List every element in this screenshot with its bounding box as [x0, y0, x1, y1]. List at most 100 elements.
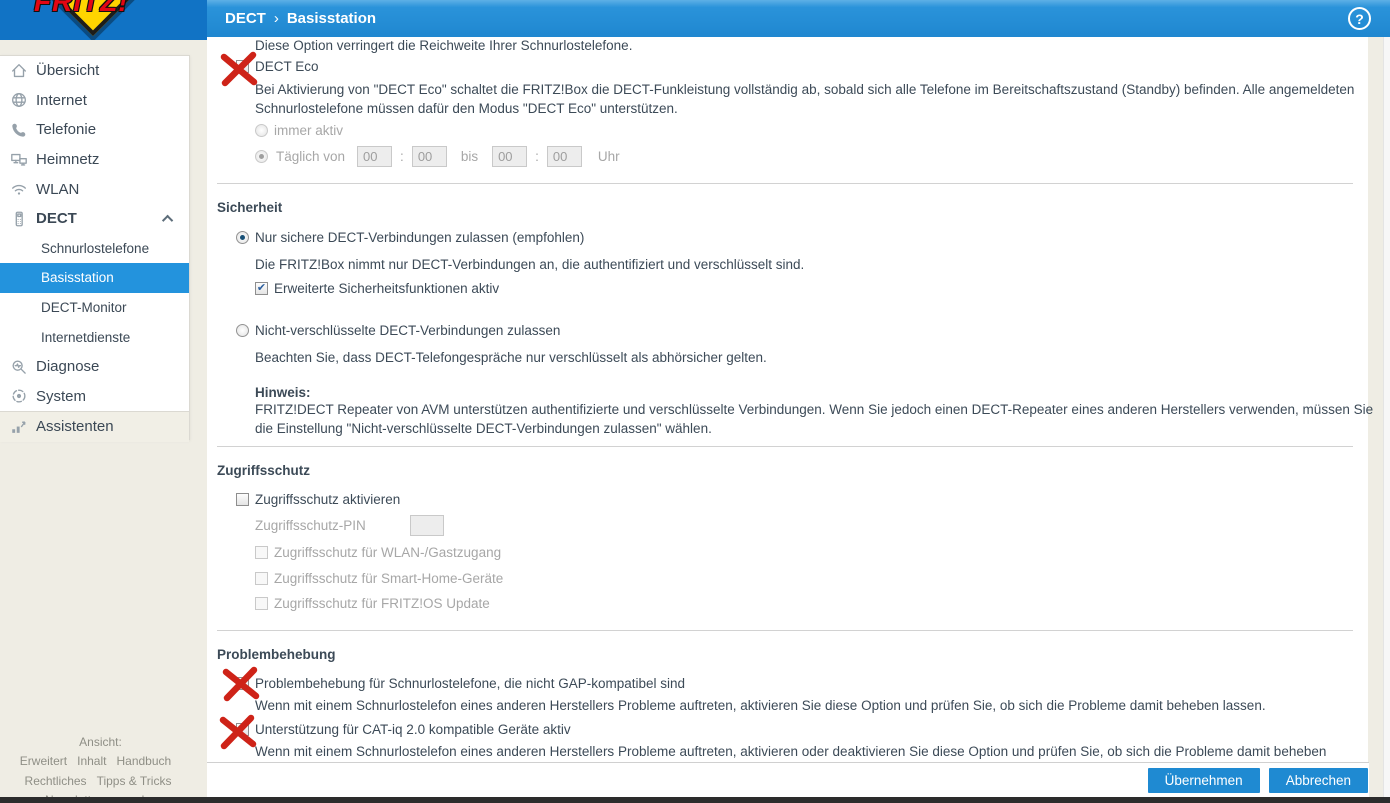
sidebar-subitem-basisstation[interactable]: Basisstation	[0, 263, 189, 293]
sidebar-item-assistenten[interactable]: Assistenten	[0, 411, 189, 442]
section-divider	[217, 446, 1353, 447]
bis-label: bis	[460, 149, 479, 164]
section-divider	[217, 183, 1353, 184]
zugriff-smarthome-checkbox	[255, 572, 268, 585]
sidebar-subitem-internetdienste[interactable]: Internetdienste	[0, 322, 189, 352]
fritz-logo-block: FRITZ!	[0, 0, 207, 40]
time-colon-2: :	[535, 149, 539, 164]
phone-icon	[9, 120, 28, 139]
zugriff-fritzos-checkbox	[255, 597, 268, 610]
footer-links: Ansicht: Erweitert Inhalt Handbuch Rechtli…	[0, 733, 196, 803]
unencrypted-radio[interactable]	[236, 324, 249, 337]
sidebar-subitem-dect-monitor[interactable]: DECT-Monitor	[0, 293, 189, 323]
sidebar-item-dect[interactable]: DECT	[0, 204, 189, 234]
dect-phone-icon	[9, 209, 28, 228]
dect-eco-checkbox[interactable]	[236, 60, 249, 73]
sidebar-item-wlan[interactable]: WLAN	[0, 174, 189, 204]
zugriff-smarthome-label: Zugriffsschutz für Smart-Home-Geräte	[274, 571, 504, 586]
wifi-icon	[9, 180, 28, 199]
secure-connections-label: Nur sichere DECT-Verbindungen zulassen (…	[255, 230, 585, 245]
catiq-label: Unterstützung für CAT-iq 2.0 kompatible …	[255, 722, 571, 737]
zugriff-fritzos-label: Zugriffsschutz für FRITZ!OS Update	[274, 596, 490, 611]
page-header: DECT › Basisstation ?	[207, 0, 1390, 37]
fritz-logo-text: FRITZ!	[34, 0, 129, 17]
scrollbar-track[interactable]	[1383, 37, 1390, 797]
sidebar-item-heimnetz[interactable]: Heimnetz	[0, 145, 189, 175]
time-to-min-input	[546, 146, 582, 167]
secure-connections-radio[interactable]	[236, 231, 249, 244]
chevron-up-icon	[161, 214, 174, 226]
hinweis-text: FRITZ!DECT Repeater von AVM unterstützen…	[255, 402, 1374, 436]
link-rechtliches[interactable]: Rechtliches	[25, 774, 87, 788]
zugriffsschutz-aktivieren-row: Zugriffsschutz aktivieren	[236, 492, 400, 507]
daily-label: Täglich von	[276, 149, 346, 164]
hinweis-heading: Hinweis:	[255, 385, 311, 400]
breadcrumb-separator-icon: ›	[273, 10, 279, 27]
sidebar-item-system[interactable]: System	[0, 382, 189, 412]
wizard-steps-icon	[9, 417, 28, 436]
always-active-label: immer aktiv	[274, 123, 344, 138]
extended-security-row: Erweiterte Sicherheitsfunktionen aktiv	[255, 281, 499, 296]
sidebar-item-uebersicht[interactable]: Übersicht	[0, 56, 189, 86]
magnifier-icon	[9, 357, 28, 376]
link-inhalt[interactable]: Inhalt	[77, 754, 106, 768]
action-bar: Übernehmen Abbrechen	[207, 762, 1369, 797]
link-ansicht-erweitert[interactable]: Ansicht: Erweitert	[20, 735, 122, 768]
dect-eco-label: DECT Eco	[255, 59, 319, 74]
settings-panel: Diese Option verringert die Reichweite I…	[207, 37, 1373, 777]
zugriffsschutz-aktivieren-label: Zugriffsschutz aktivieren	[255, 492, 401, 507]
dect-eco-daily-row: Täglich von : bis : Uhr	[255, 146, 620, 167]
zugriffsschutz-aktivieren-checkbox[interactable]	[236, 493, 249, 506]
pin-row: Zugriffsschutz-PIN	[255, 515, 444, 536]
catiq-checkbox[interactable]	[236, 723, 249, 736]
pin-input	[410, 515, 444, 536]
gap-note: Wenn mit einem Schnurlostelefon eines an…	[255, 698, 1266, 713]
link-handbuch[interactable]: Handbuch	[116, 754, 171, 768]
catiq-row: Unterstützung für CAT-iq 2.0 kompatible …	[236, 722, 571, 737]
dect-eco-always-row: immer aktiv	[255, 123, 343, 138]
breadcrumb-page: Basisstation	[286, 10, 377, 27]
sidebar-nav: Übersicht Internet Telefonie Heimnetz WL…	[0, 55, 190, 442]
sicherheit-heading: Sicherheit	[217, 200, 283, 215]
unencrypted-note: Beachten Sie, dass DECT-Telefongespräche…	[255, 350, 767, 365]
dect-eco-description: Bei Aktivierung von "DECT Eco" schaltet …	[255, 82, 1355, 116]
system-icon	[9, 387, 28, 406]
always-active-radio	[255, 124, 268, 137]
zugriff-wlan-row: Zugriffsschutz für WLAN-/Gastzugang	[255, 545, 501, 560]
window-bottom-edge	[0, 797, 1390, 803]
extended-security-checkbox[interactable]	[255, 282, 268, 295]
fritzbox-ui: FRITZ! DECT › Basisstation ? Übersicht I…	[0, 0, 1390, 803]
dect-eco-intro-text: Diese Option verringert die Reichweite I…	[255, 38, 633, 53]
extended-security-label: Erweiterte Sicherheitsfunktionen aktiv	[274, 281, 500, 296]
sidebar-item-telefonie[interactable]: Telefonie	[0, 115, 189, 145]
gap-checkbox[interactable]	[236, 677, 249, 690]
help-icon[interactable]: ?	[1348, 7, 1371, 30]
network-icon	[9, 150, 28, 169]
apply-button[interactable]: Übernehmen	[1147, 767, 1260, 793]
secure-connections-note: Die FRITZ!Box nimmt nur DECT-Verbindunge…	[255, 257, 805, 272]
unencrypted-label: Nicht-verschlüsselte DECT-Verbindungen z…	[255, 323, 561, 338]
breadcrumb-section[interactable]: DECT	[225, 10, 266, 27]
sidebar-subitem-schnurlostelefone[interactable]: Schnurlostelefone	[0, 234, 189, 264]
daily-radio	[255, 150, 268, 163]
time-from-hour-input	[357, 146, 393, 167]
unencrypted-row: Nicht-verschlüsselte DECT-Verbindungen z…	[236, 323, 560, 338]
zugriff-wlan-checkbox	[255, 546, 268, 559]
zugriffsschutz-heading: Zugriffsschutz	[217, 463, 310, 478]
secure-connections-row: Nur sichere DECT-Verbindungen zulassen (…	[236, 230, 584, 245]
gap-label: Problembehebung für Schnurlostelefone, d…	[255, 676, 686, 691]
zugriff-fritzos-row: Zugriffsschutz für FRITZ!OS Update	[255, 596, 490, 611]
cancel-button[interactable]: Abbrechen	[1268, 767, 1368, 793]
zugriff-wlan-label: Zugriffsschutz für WLAN-/Gastzugang	[274, 545, 502, 560]
time-colon: :	[400, 149, 404, 164]
globe-icon	[9, 91, 28, 110]
section-divider	[217, 630, 1353, 631]
zugriff-smarthome-row: Zugriffsschutz für Smart-Home-Geräte	[255, 571, 503, 586]
home-icon	[9, 61, 28, 80]
sidebar-item-internet[interactable]: Internet	[0, 86, 189, 116]
time-to-hour-input	[492, 146, 528, 167]
sidebar-item-diagnose[interactable]: Diagnose	[0, 352, 189, 382]
pin-label: Zugriffsschutz-PIN	[255, 518, 366, 533]
link-tipps-tricks[interactable]: Tipps & Tricks	[97, 774, 172, 788]
uhr-label: Uhr	[597, 149, 620, 164]
